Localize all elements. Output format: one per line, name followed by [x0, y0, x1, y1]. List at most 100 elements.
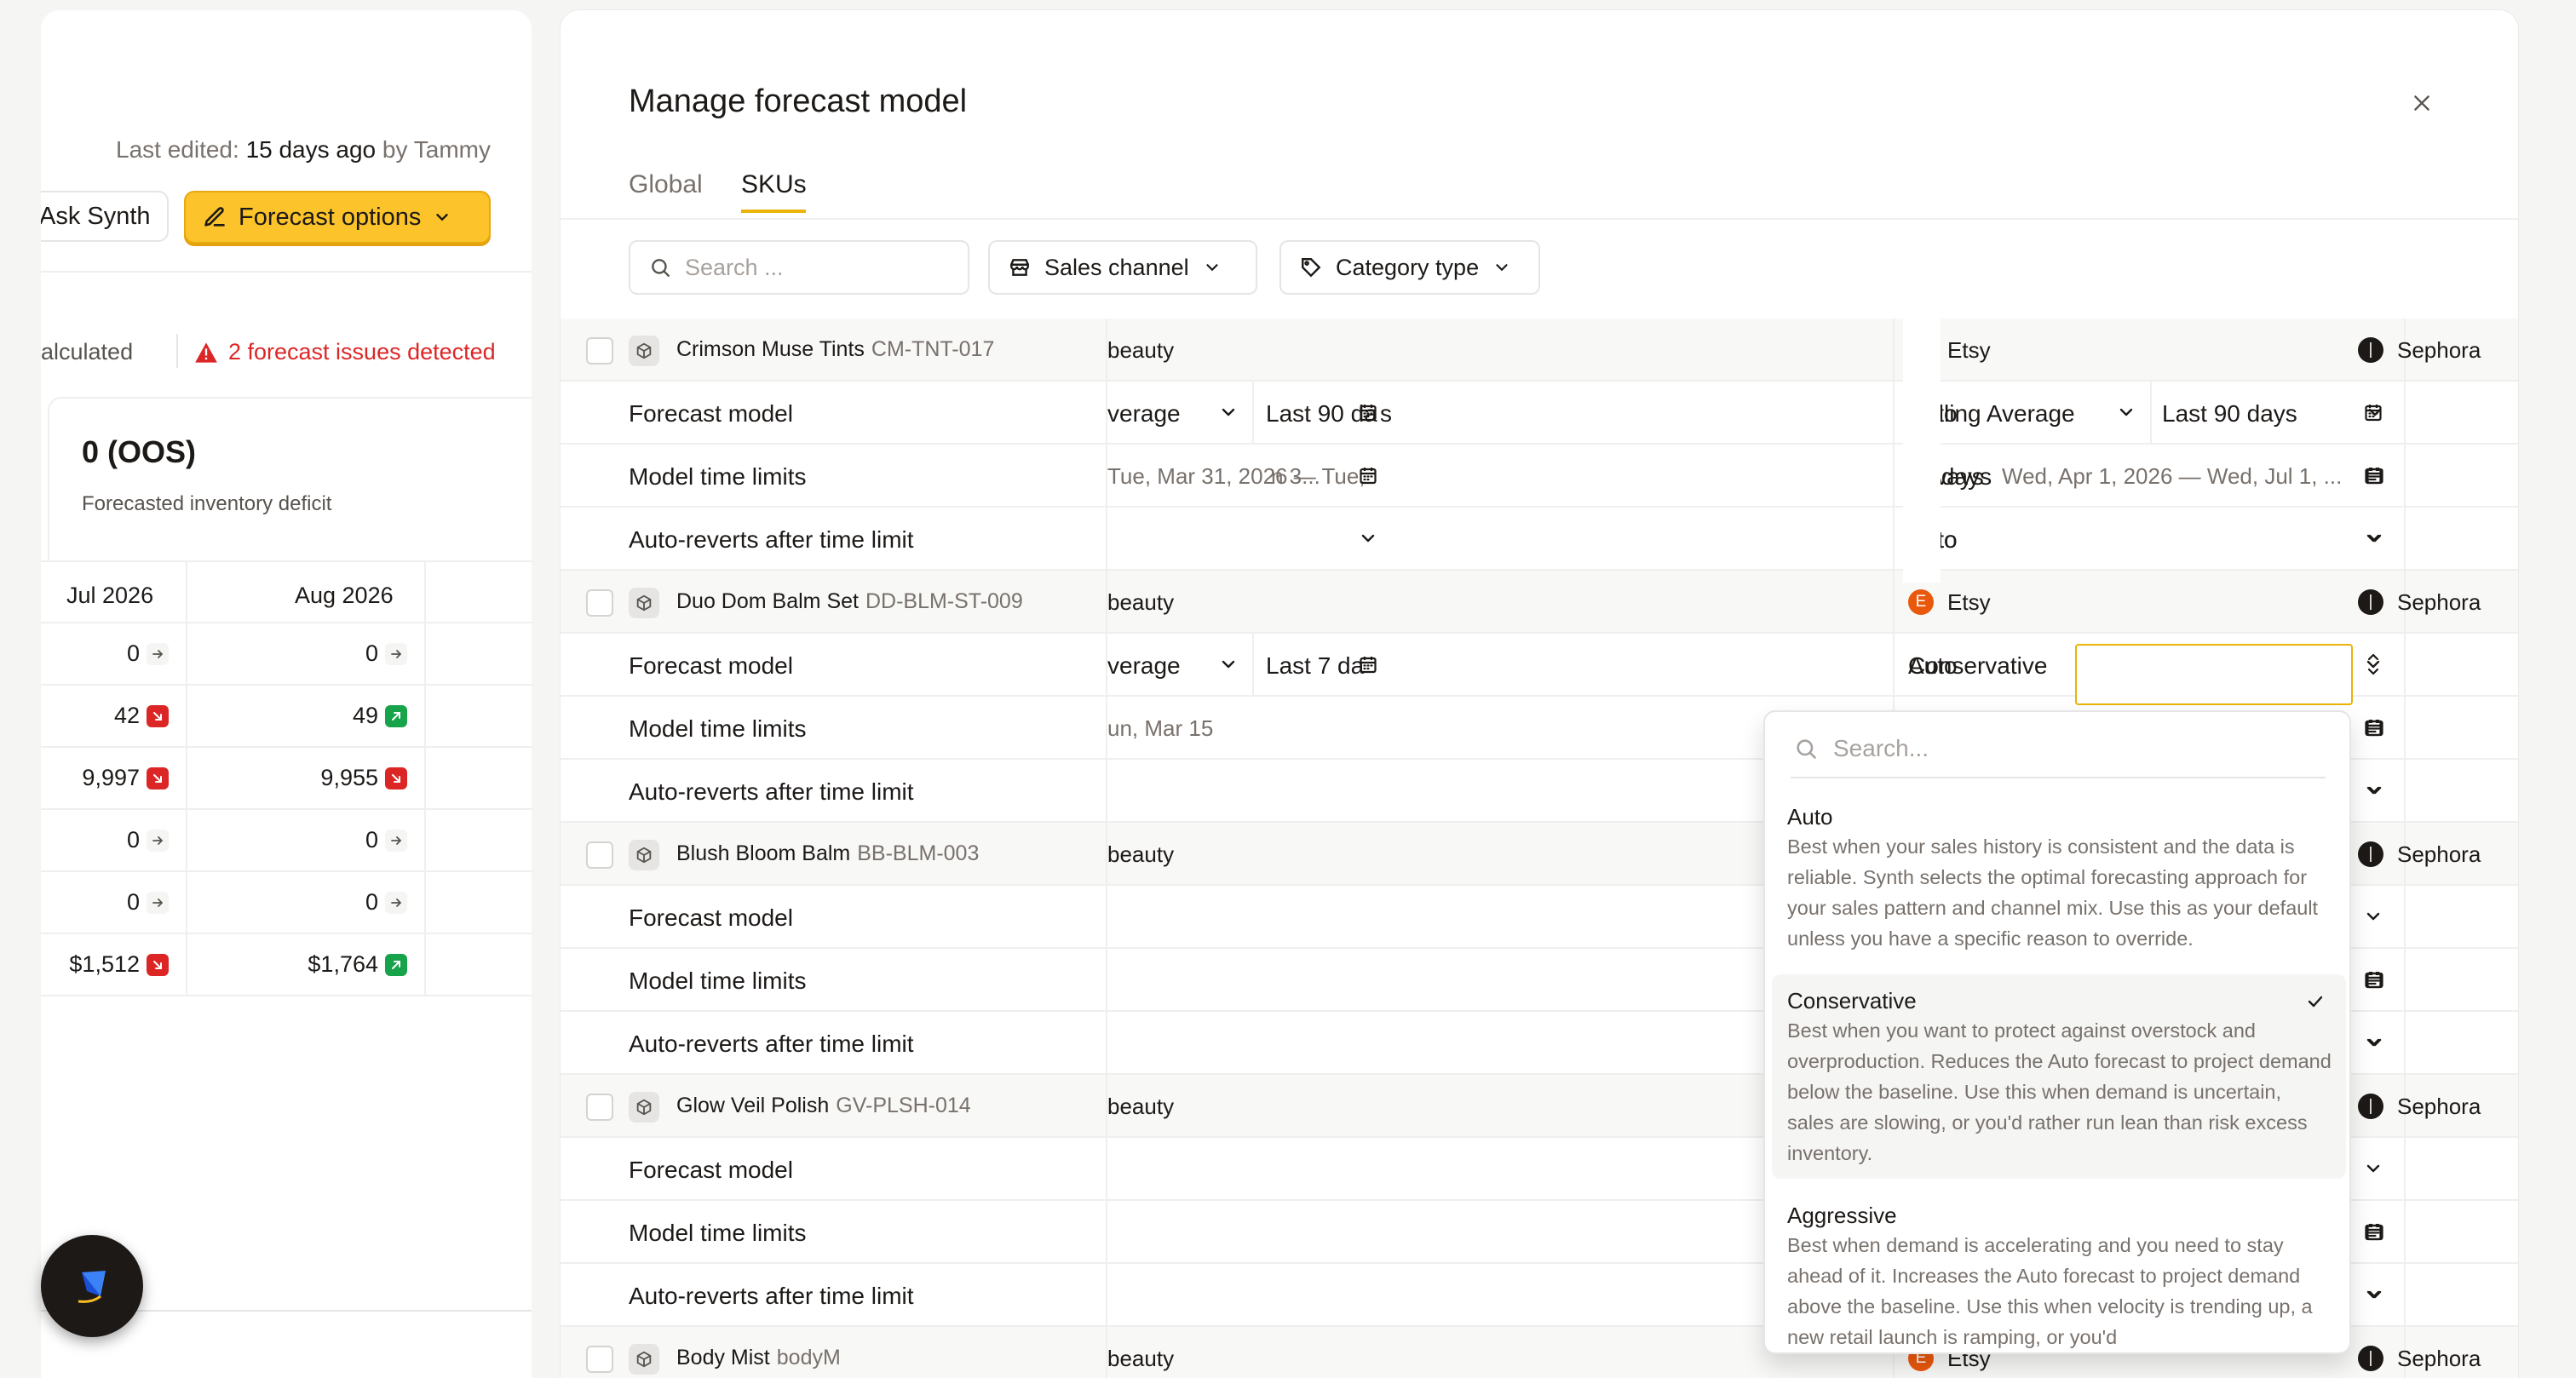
trend-neutral-icon [147, 829, 169, 852]
category-type-filter[interactable]: Category type [1279, 240, 1540, 295]
search-placeholder: Search ... [685, 254, 784, 280]
chevron-down-icon [2366, 1038, 2380, 1047]
row-checkbox[interactable] [586, 589, 613, 617]
sephora-icon: | [2358, 337, 2383, 363]
close-button[interactable] [2411, 92, 2433, 114]
grid-value: 0 [365, 640, 378, 666]
dropdown-search-input[interactable]: Search... [1791, 721, 2326, 778]
chevron-down-icon[interactable] [2363, 906, 2383, 927]
date-range[interactable]: Tue, Mar 31, 2026 — Tue, [1107, 463, 1366, 490]
calendar-icon[interactable] [2363, 402, 2383, 422]
grid-row: 00 [41, 810, 532, 872]
row-checkbox[interactable] [586, 1094, 613, 1121]
chevron-down-icon [1222, 660, 1235, 669]
grid-row: 00 [41, 623, 532, 686]
chevron-down-icon[interactable] [1218, 402, 1239, 422]
grid-value: 9,997 [82, 765, 140, 790]
sku-title: Crimson Muse Tints [676, 337, 865, 361]
package-icon [629, 336, 659, 366]
calendar-icon [2365, 720, 2382, 737]
row-checkbox[interactable] [586, 337, 613, 365]
filter-label: Sales channel [1044, 254, 1189, 280]
calendar-icon[interactable] [2363, 969, 2383, 990]
warning-icon [195, 342, 217, 363]
calculated-text: alculated [41, 339, 134, 365]
ask-synth-button[interactable]: Ask Synth [41, 191, 169, 242]
search-icon [1797, 739, 1816, 759]
sephora-icon: | [2358, 1094, 2383, 1119]
grid-value: 0 [126, 640, 140, 666]
grid-row: 00 [41, 872, 532, 934]
grid-value: 0 [365, 827, 378, 853]
chevron-down-icon[interactable] [1218, 654, 1239, 675]
option-auto[interactable]: Auto Best when your sales history is con… [1772, 790, 2346, 964]
trend-up-icon [385, 953, 407, 976]
package-icon [636, 1099, 652, 1116]
sku-search-input[interactable]: Search ... [629, 240, 969, 295]
chevron-down-icon [2366, 1164, 2380, 1173]
option-conservative[interactable]: Conservative Best when you want to prote… [1772, 974, 2346, 1179]
chevron-down-icon[interactable] [2363, 528, 2383, 548]
forecast-model-select-open[interactable] [2075, 644, 2353, 705]
chevron-down-icon[interactable] [1358, 528, 1378, 548]
chevron-down-icon [2366, 660, 2380, 669]
calendar-icon[interactable] [1358, 654, 1378, 675]
synth-assistant-button[interactable] [41, 1235, 143, 1337]
row-label: Model time limits [629, 715, 807, 742]
channel-name: Sephora [2397, 337, 2481, 363]
trend-neutral-icon [385, 891, 407, 914]
model-select[interactable]: verage [1107, 652, 1181, 680]
trend-down-icon [147, 704, 169, 727]
divider [561, 218, 2518, 220]
grid-cell: $1,512 [69, 951, 169, 978]
channel-name: Etsy [1947, 589, 1991, 615]
package-icon [636, 594, 652, 611]
chevron-down-icon[interactable] [2363, 1032, 2383, 1053]
grid-cell: 49 [353, 703, 407, 729]
sku-code: GV-PLSH-014 [836, 1094, 971, 1117]
sku-name: Blush Bloom Balm BB-BLM-003 [676, 841, 979, 866]
row-checkbox[interactable] [586, 841, 613, 869]
chevron-down-icon[interactable] [2363, 1158, 2383, 1179]
row-checkbox[interactable] [586, 1346, 613, 1373]
chevron-down-icon [1222, 408, 1235, 416]
row-label: Auto-reverts after time limit [629, 1283, 914, 1309]
channel-name: Etsy [1947, 337, 1991, 363]
date-range[interactable]: un, Mar 15 [1107, 715, 1213, 742]
sku-name: Crimson Muse Tints CM-TNT-017 [676, 337, 994, 362]
period-select[interactable]: Last 7 da [1266, 652, 1364, 680]
calendar-icon[interactable] [2363, 1221, 2383, 1242]
sku-row: beauty E Etsy | Sephora Duo Dom Balm Set DD-BL… [561, 571, 2518, 634]
option-description: Best when you want to protect against ov… [1787, 1019, 2332, 1164]
row-label: Model time limits [629, 463, 807, 490]
calendar-icon [1360, 657, 1377, 674]
sephora-icon: | [2358, 589, 2383, 615]
tab-global[interactable]: Global [629, 170, 703, 199]
chevron-down-icon[interactable] [2363, 780, 2383, 801]
forecast-grid: Jul 2026 Aug 2026 0 0 42 49 9,997 9,955 0 0 0 0 $1… [41, 560, 532, 996]
period-select[interactable]: Last 90 days [2162, 400, 2297, 428]
model-select[interactable]: Auto [1908, 652, 1958, 680]
chevron-down-icon [1361, 534, 1375, 543]
chevron-down-icon[interactable] [2363, 1284, 2383, 1305]
model-select[interactable]: verage [1107, 400, 1181, 428]
calendar-icon[interactable] [2363, 717, 2383, 738]
calendar-icon[interactable] [1358, 402, 1378, 422]
manage-forecast-model-dialog: Manage forecast model Global SKUs Search… [561, 10, 2518, 1378]
forecast-options-button[interactable]: Forecast options [184, 191, 491, 244]
calendar-icon[interactable] [1358, 465, 1378, 485]
scroll-mask [1903, 319, 1941, 583]
forecast-issues-link[interactable]: 2 forecast issues detected [177, 339, 496, 365]
grid-cell: 0 [365, 827, 407, 853]
filter-label: Category type [1336, 254, 1480, 280]
dashboard-background-panel: Last edited: 15 days ago by Tammy Ask Sy… [41, 10, 532, 1378]
trend-neutral-icon [147, 642, 169, 665]
tab-skus[interactable]: SKUs [741, 170, 807, 199]
calendar-icon[interactable] [2363, 465, 2383, 485]
chevron-down-icon[interactable] [2363, 654, 2383, 675]
sales-channel-filter[interactable]: Sales channel [988, 240, 1257, 295]
chevron-down-icon[interactable] [2116, 402, 2136, 422]
search-icon [652, 259, 670, 277]
forecast-model-dropdown: Search... Auto Best when your sales hist… [1763, 710, 2351, 1354]
option-aggressive[interactable]: Aggressive Best when demand is accelerat… [1772, 1189, 2346, 1352]
